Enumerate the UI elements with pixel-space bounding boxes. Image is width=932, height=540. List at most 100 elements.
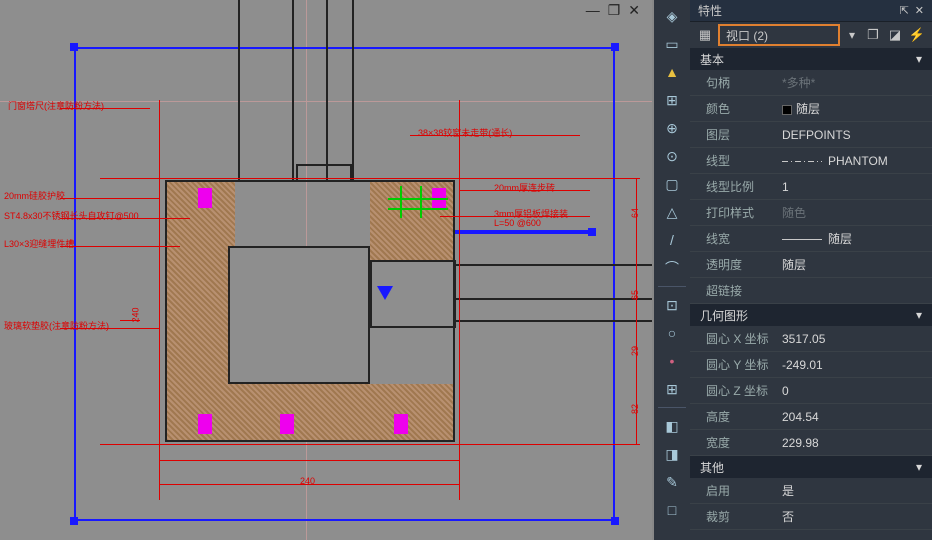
quick-select-icon[interactable]: ❐ xyxy=(864,26,882,44)
rebar-2 xyxy=(388,208,448,210)
prop-on[interactable]: 启用是 xyxy=(690,478,932,504)
tool-array-icon[interactable]: ⊡ xyxy=(660,293,684,317)
chevron-down-icon: ▾ xyxy=(916,308,922,322)
prop-layer[interactable]: 图层DEFPOINTS xyxy=(690,122,932,148)
anchor-2 xyxy=(198,414,212,434)
drawing-canvas[interactable]: — ❐ ✕ xyxy=(0,0,652,540)
dim-v1 xyxy=(159,100,160,500)
tool-hatch-icon[interactable]: ⊞ xyxy=(660,88,684,112)
tool-line-icon[interactable]: / xyxy=(660,228,684,252)
profile-v4 xyxy=(352,0,354,182)
note-5: 玻璃软垫胶(注意防粉方法) xyxy=(4,319,109,332)
selection-chevron-icon[interactable]: ▾ xyxy=(844,28,860,42)
toggle-pip-icon[interactable]: ▦ xyxy=(696,26,714,44)
minimize-icon[interactable]: — xyxy=(586,2,600,19)
tool-edit-icon[interactable]: ✎ xyxy=(660,470,684,494)
section-basic-label: 基本 xyxy=(700,51,724,68)
selection-dropdown[interactable]: 视口 (2) xyxy=(718,24,840,46)
tool-eraser-icon[interactable]: ◈ xyxy=(660,4,684,28)
triangle-marker xyxy=(377,286,393,300)
pin-icon[interactable]: ⇱ xyxy=(900,4,909,17)
profile-h1 xyxy=(456,264,652,266)
rebar-v1 xyxy=(400,186,402,218)
section-geometry-label: 几何图形 xyxy=(700,307,748,324)
prop-linetype[interactable]: 线型PHANTOM xyxy=(690,148,932,174)
section-misc[interactable]: 其他 ▾ xyxy=(690,456,932,478)
section-geometry[interactable]: 几何图形 ▾ xyxy=(690,304,932,326)
close-icon[interactable]: ✕ xyxy=(628,2,640,19)
section-basic[interactable]: 基本 ▾ xyxy=(690,48,932,70)
profile-v1 xyxy=(238,0,240,182)
mullion-box-1 xyxy=(296,164,352,182)
tool-move-icon[interactable]: ⊕ xyxy=(660,116,684,140)
color-swatch-icon xyxy=(782,105,792,115)
tool-rotate-icon[interactable]: ⊙ xyxy=(660,144,684,168)
tool-arc-icon[interactable]: ⌒ xyxy=(660,256,684,280)
note-3: ST4.8x30不锈钢长头自攻钉@500 xyxy=(4,209,139,222)
prop-lineweight[interactable]: 线宽随层 xyxy=(690,226,932,252)
note-4: L30×3迎缝埋件槽 xyxy=(4,237,74,250)
frame-bot xyxy=(165,440,455,442)
panel-title: 特性 xyxy=(698,2,894,19)
panel-close-icon[interactable]: ✕ xyxy=(915,4,924,17)
prop-handle[interactable]: 句柄*多种* xyxy=(690,70,932,96)
restore-icon[interactable]: ❐ xyxy=(608,2,621,19)
tool-block-icon[interactable]: ⊞ xyxy=(660,377,684,401)
leader-2 xyxy=(60,198,160,199)
tool-scale-icon[interactable]: ▢ xyxy=(660,172,684,196)
lineweight-preview-icon xyxy=(782,239,822,240)
prop-centerz[interactable]: 圆心 Z 坐标0 xyxy=(690,378,932,404)
selection-text: 视口 (2) xyxy=(726,27,768,44)
panel-header[interactable]: 特性 ⇱ ✕ xyxy=(690,0,932,22)
tool-stretch-icon[interactable]: △ xyxy=(660,200,684,224)
profile-v2 xyxy=(292,0,294,182)
note-7: 20mm厚连步砖 xyxy=(494,181,555,194)
dim-240-left: 240 xyxy=(131,307,141,322)
tool-align-left-icon[interactable]: ◧ xyxy=(660,414,684,438)
profile-h3 xyxy=(456,320,652,322)
tool-palette-toolbar: ◈ ▭ ▲ ⊞ ⊕ ⊙ ▢ △ / ⌒ ⊡ ○ • ⊞ ◧ ◨ ✎ □ xyxy=(654,0,690,540)
note-9: L=50 @600 xyxy=(494,218,541,228)
profile-h2 xyxy=(456,298,652,300)
grip2-r[interactable] xyxy=(588,228,596,236)
tool-align-right-icon[interactable]: ◨ xyxy=(660,442,684,466)
anchor-4 xyxy=(394,414,408,434)
prop-centery[interactable]: 圆心 Y 坐标-249.01 xyxy=(690,352,932,378)
select-similar-icon[interactable]: ◪ xyxy=(886,26,904,44)
tool-point-icon[interactable]: • xyxy=(660,349,684,373)
anchor-1 xyxy=(198,188,212,208)
grip-tr[interactable] xyxy=(611,43,619,51)
tool-box-icon[interactable]: □ xyxy=(660,498,684,522)
prop-height[interactable]: 高度204.54 xyxy=(690,404,932,430)
toolbar-separator xyxy=(658,286,686,287)
rebar-1 xyxy=(388,198,448,200)
prop-clipped[interactable]: 裁剪否 xyxy=(690,504,932,530)
prop-centerx[interactable]: 圆心 X 坐标3517.05 xyxy=(690,326,932,352)
grip-br[interactable] xyxy=(611,517,619,525)
properties-panel: 特性 ⇱ ✕ ▦ 视口 (2) ▾ ❐ ◪ ⚡ 基本 ▾ 句柄*多种* 颜色随层… xyxy=(690,0,932,540)
prop-width[interactable]: 宽度229.98 xyxy=(690,430,932,456)
dim-240-bottom: 240 xyxy=(300,476,315,486)
tool-circle-icon[interactable]: ○ xyxy=(660,321,684,345)
dim-h1 xyxy=(100,178,640,179)
profile-v3 xyxy=(326,0,328,182)
rebar-v2 xyxy=(420,186,422,218)
grip-tl[interactable] xyxy=(70,43,78,51)
prop-ltscale[interactable]: 线型比例1 xyxy=(690,174,932,200)
selection-row: ▦ 视口 (2) ▾ ❐ ◪ ⚡ xyxy=(690,22,932,48)
lightning-icon[interactable]: ⚡ xyxy=(908,26,926,44)
dim-h2 xyxy=(100,444,640,445)
anchor-3 xyxy=(280,414,294,434)
prop-hyperlink[interactable]: 超链接 xyxy=(690,278,932,304)
frame-left xyxy=(165,180,167,442)
section-misc-label: 其他 xyxy=(700,459,724,476)
grip-bl[interactable] xyxy=(70,517,78,525)
prop-transparency[interactable]: 透明度随层 xyxy=(690,252,932,278)
note-1: 门窗塔尺(注意防粉方法) xyxy=(8,99,104,112)
chevron-down-icon: ▾ xyxy=(916,460,922,474)
prop-plotstyle[interactable]: 打印样式随色 xyxy=(690,200,932,226)
dim-29: 29 xyxy=(630,346,640,356)
prop-color[interactable]: 颜色随层 xyxy=(690,96,932,122)
tool-rectangle-icon[interactable]: ▭ xyxy=(660,32,684,56)
tool-mirror-icon[interactable]: ▲ xyxy=(660,60,684,84)
